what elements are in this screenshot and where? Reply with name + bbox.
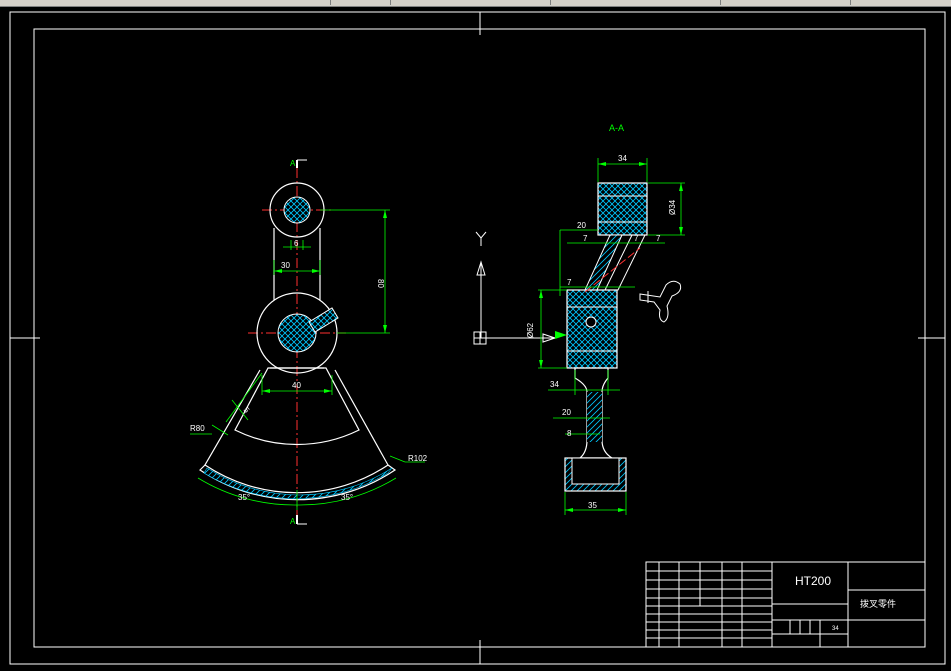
part-name-label: 拨叉零件 — [860, 598, 896, 609]
dim-40: 40 — [292, 381, 301, 390]
hub-section — [566, 289, 618, 369]
dim-80: 80 — [376, 279, 385, 288]
dim-angle-left: 35° — [238, 493, 250, 502]
section-mark-bottom: A — [290, 515, 307, 526]
dim-angle-right: 35° — [341, 493, 353, 502]
stem-hatch — [587, 392, 602, 442]
dim-20-top: 20 — [577, 221, 586, 230]
material-label: HT200 — [795, 574, 831, 588]
dim-phi34: Ø34 — [668, 199, 677, 215]
dim-7-c: 7 — [656, 234, 661, 243]
dim-r80: R80 — [190, 424, 205, 433]
dim-35: 35 — [588, 501, 597, 510]
top-boss-section — [597, 182, 648, 236]
dim-30: 30 — [281, 261, 290, 270]
cad-drawing-canvas[interactable]: A A 6 30 80 40 5 R80 R102 35° 35° A-A 34… — [0, 0, 951, 671]
dim-34-top: 34 — [618, 154, 627, 163]
dim-r102: R102 — [408, 454, 428, 463]
front-view: A A 6 30 80 40 5 R80 R102 35° 35° — [190, 159, 428, 526]
section-title: A-A — [609, 123, 624, 133]
pin-hole — [585, 316, 597, 328]
dim-7-d: 7 — [567, 278, 572, 287]
dim-8: 8 — [567, 429, 572, 438]
keyway-section — [308, 307, 339, 333]
front-view-arrows — [262, 210, 387, 393]
handle-knob — [639, 280, 682, 323]
ucs-icon — [473, 231, 557, 345]
dim-34-mid: 34 — [550, 380, 559, 389]
dim-6: 6 — [294, 239, 299, 248]
dim-7-b: 7 — [634, 234, 639, 243]
foot-inner — [571, 457, 620, 485]
sheet-number: 34 — [832, 626, 839, 632]
section-view: A-A 34 Ø34 20 7 7 7 7 Ø62 34 20 8 35 — [526, 123, 685, 515]
dim-phi62: Ø62 — [526, 322, 535, 338]
dim-20-mid: 20 — [562, 408, 571, 417]
upper-bore-hatch — [283, 196, 311, 224]
lower-bore-hatch — [277, 313, 317, 353]
front-view-dimensions — [190, 209, 425, 510]
dim-7-a: 7 — [583, 234, 588, 243]
section-label-a-top: A — [290, 159, 296, 168]
section-label-a-bottom: A — [290, 517, 296, 526]
section-mark-top: A — [290, 159, 307, 168]
